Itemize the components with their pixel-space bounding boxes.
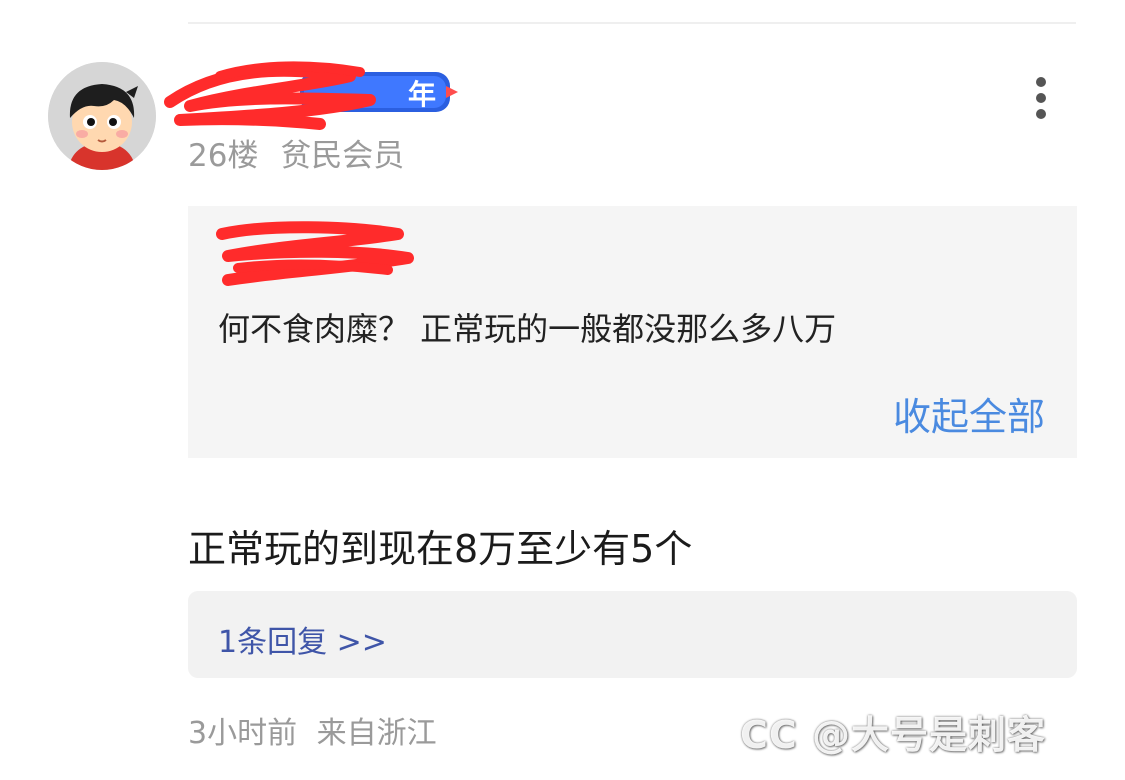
view-replies-link[interactable]: 1条回复 >> bbox=[218, 617, 387, 661]
top-divider bbox=[188, 22, 1076, 24]
avatar[interactable] bbox=[48, 62, 156, 170]
username-redacted[interactable]: 年 bbox=[160, 56, 470, 136]
cartoon-avatar-icon bbox=[48, 62, 156, 170]
quoted-comment: 何不食肉糜？ 正常玩的一般都没那么多八万 收起全部 bbox=[188, 206, 1077, 458]
post-time: 3小时前 bbox=[188, 716, 298, 751]
more-vertical-icon[interactable] bbox=[1028, 76, 1054, 120]
quoted-text: 何不食肉糜？ 正常玩的一般都没那么多八万 bbox=[218, 310, 837, 348]
member-level: 贫民会员 bbox=[280, 138, 405, 174]
floor-number: 26楼 bbox=[188, 138, 259, 174]
post-location: 来自浙江 bbox=[316, 716, 437, 751]
collapse-all-link[interactable]: 收起全部 bbox=[893, 386, 1045, 441]
watermark: CC @大号是刺客 bbox=[740, 713, 1047, 757]
quoted-author-redacted bbox=[208, 214, 418, 294]
post-meta: 26楼 贫民会员 bbox=[188, 130, 404, 175]
replies-bar[interactable]: 1条回复 >> bbox=[188, 591, 1077, 678]
comment-page: 年 26楼 贫民会员 何不食肉糜？ 正常玩的一般都没那么多八万 收起全部 正常玩… bbox=[0, 0, 1125, 780]
svg-text:年: 年 bbox=[408, 78, 436, 111]
comment-footer: 3小时前 来自浙江 bbox=[188, 708, 437, 752]
comment-body: 正常玩的到现在8万至少有5个 bbox=[188, 527, 693, 571]
